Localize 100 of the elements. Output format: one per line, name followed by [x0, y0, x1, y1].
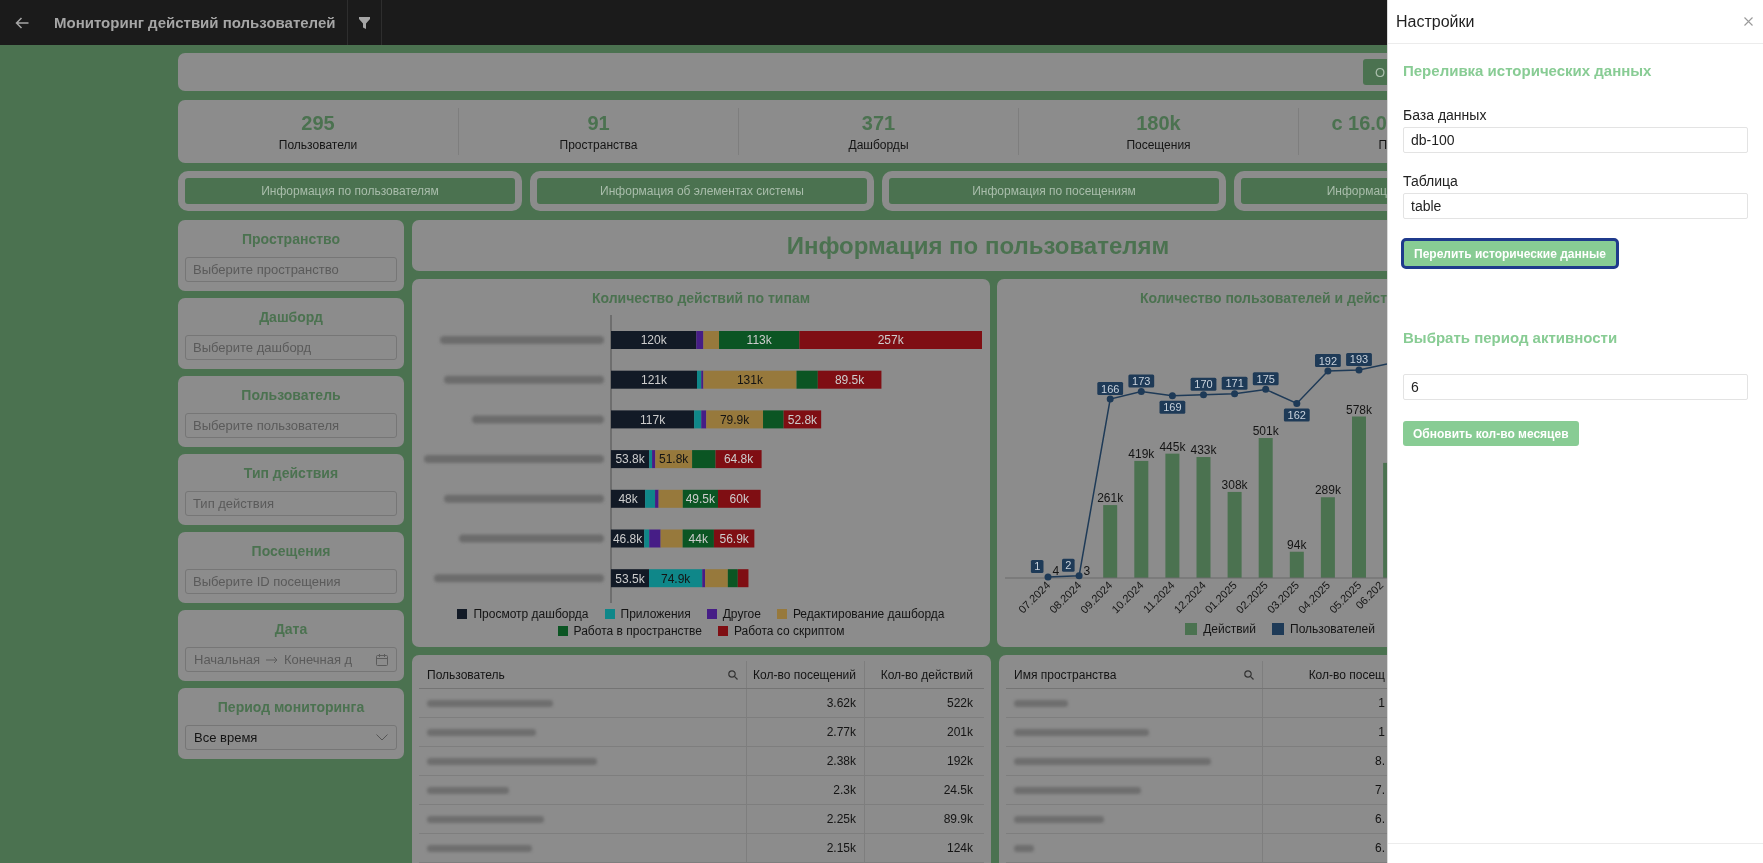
point-value-label: 171 [1221, 376, 1248, 390]
action-button[interactable]: Перелить исторические данные [1401, 238, 1619, 269]
data-point [1075, 572, 1083, 580]
table-cell: 192k [864, 747, 984, 775]
filter-title: Период мониторинга [216, 698, 366, 716]
bar-segment [737, 569, 749, 588]
section-title: Информация по пользователям [786, 231, 1170, 260]
legend-label: Просмотр дашборда [473, 606, 589, 621]
bar-value-label: 308k [1221, 477, 1248, 492]
legend-label: Действий [1203, 621, 1256, 636]
data-label: 1 [1034, 560, 1041, 573]
column-header: Кол-во посещ [1308, 667, 1385, 682]
column-header: Пользователь [427, 667, 505, 682]
bar-segment: 44k [682, 529, 714, 548]
filter-icon[interactable] [358, 16, 370, 29]
kpi-label: Дашборды [848, 137, 909, 152]
bar-segment: 89.5k [817, 370, 882, 389]
kpi-value: 91 [587, 111, 610, 134]
filter-title: Посещения [250, 542, 332, 560]
bar-segment: 74.9k [649, 569, 703, 588]
bar-segment: 56.9k [713, 529, 755, 548]
bar-segment: 113k [719, 331, 800, 349]
data-label: 169 [1163, 401, 1182, 414]
table-cell: 2.3k [746, 776, 864, 804]
calendar-icon[interactable] [376, 653, 388, 666]
data-label: 131k [736, 373, 764, 387]
data-label: 60k [729, 492, 750, 507]
data-point [1293, 399, 1301, 407]
point-value-label: 173 [1128, 374, 1155, 388]
kpi-label: П [1378, 137, 1387, 152]
text-input[interactable]: db-100 [1403, 127, 1748, 153]
chevron-down-icon [376, 734, 388, 741]
table-cell: 89.9k [864, 805, 984, 833]
filter-title: Пользователь [240, 386, 342, 404]
kpi-label: Пространства [559, 137, 638, 152]
table-cell: 2.25k [746, 805, 864, 833]
text-input[interactable]: 6 [1403, 374, 1748, 400]
legend-label: Другое [722, 606, 761, 621]
bar-value-label: 578k [1346, 402, 1372, 417]
bar-segment: 60k [717, 489, 761, 508]
data-label: 89.5k [834, 373, 866, 387]
data-label: 173 [1132, 375, 1151, 388]
data-label: 113k [746, 333, 773, 348]
bar-segment: 52.8k [783, 410, 822, 429]
bar-segment: 120k [611, 331, 697, 349]
legend-label: Работа со скриптом [733, 623, 845, 638]
filter-title: Дата [273, 620, 309, 638]
data-point [1168, 392, 1176, 400]
data-label: 170 [1194, 378, 1213, 391]
column-header: Имя пространства [1014, 667, 1117, 682]
bar-value-label: 433k [1190, 443, 1217, 457]
point-value-label: 170 [1190, 377, 1217, 391]
legend-label: Работа в пространстве [573, 623, 702, 638]
data-label: 120k [640, 333, 668, 348]
search-icon[interactable] [728, 669, 738, 680]
data-point [1137, 388, 1145, 396]
bar-value-label: 261k [1097, 491, 1124, 506]
point-value-label: 166 [1097, 382, 1124, 396]
column-header: Кол-во посещений [753, 667, 856, 682]
data-point [1324, 367, 1332, 375]
field-label: База данных [1403, 106, 1488, 125]
data-label: 64.8k [723, 452, 755, 467]
section-tab[interactable]: Информац [1234, 171, 1387, 211]
data-label: 51.8k [659, 452, 690, 467]
table-cell: 3.62k [746, 689, 864, 717]
bar-value-label: 501k [1252, 424, 1279, 438]
action-button[interactable]: Обновить кол-во месяцев [1403, 421, 1579, 446]
section-tab[interactable]: Информация об элементах системы [530, 171, 874, 211]
chart-title: Количество пользователей и дейст [1139, 289, 1387, 307]
kpi-value: 180k [1136, 111, 1181, 134]
data-label: 171 [1225, 377, 1244, 390]
data-label: 79.9k [719, 412, 751, 427]
section-tab[interactable]: Информация по пользователям [178, 171, 522, 211]
text-input[interactable]: table [1403, 193, 1748, 219]
section-tab[interactable]: Информация по посещениям [882, 171, 1226, 211]
data-point [1106, 395, 1114, 403]
bar-segment: 48k [611, 489, 646, 508]
back-arrow-icon[interactable] [15, 16, 29, 29]
data-label: 48k [618, 492, 639, 507]
filter-title: Пространство [240, 230, 341, 248]
toolbar-button[interactable]: О [1362, 59, 1387, 85]
table-cell: 2.15k [746, 834, 864, 862]
data-point [1200, 391, 1207, 399]
bar-segment: 51.8k [655, 450, 693, 469]
point-value-label: 1 [1030, 559, 1044, 573]
point-value-label: 192 [1315, 354, 1341, 368]
bar [1289, 551, 1304, 578]
kpi-label: Пользователи [278, 137, 358, 152]
period-select[interactable]: Все время [185, 725, 397, 750]
data-point [1044, 573, 1052, 581]
bar-segment: 79.9k [706, 410, 764, 429]
bar-segment: 121k [611, 370, 697, 389]
bar-segment: 257k [799, 331, 982, 349]
table-cell: 24.5k [864, 776, 984, 804]
data-label: 52.8k [787, 412, 819, 427]
close-icon[interactable] [1744, 17, 1753, 26]
blurred-text [1014, 699, 1068, 707]
legend-label: Приложения [620, 606, 691, 621]
bar-segment [692, 450, 716, 469]
search-icon[interactable] [1244, 669, 1254, 680]
